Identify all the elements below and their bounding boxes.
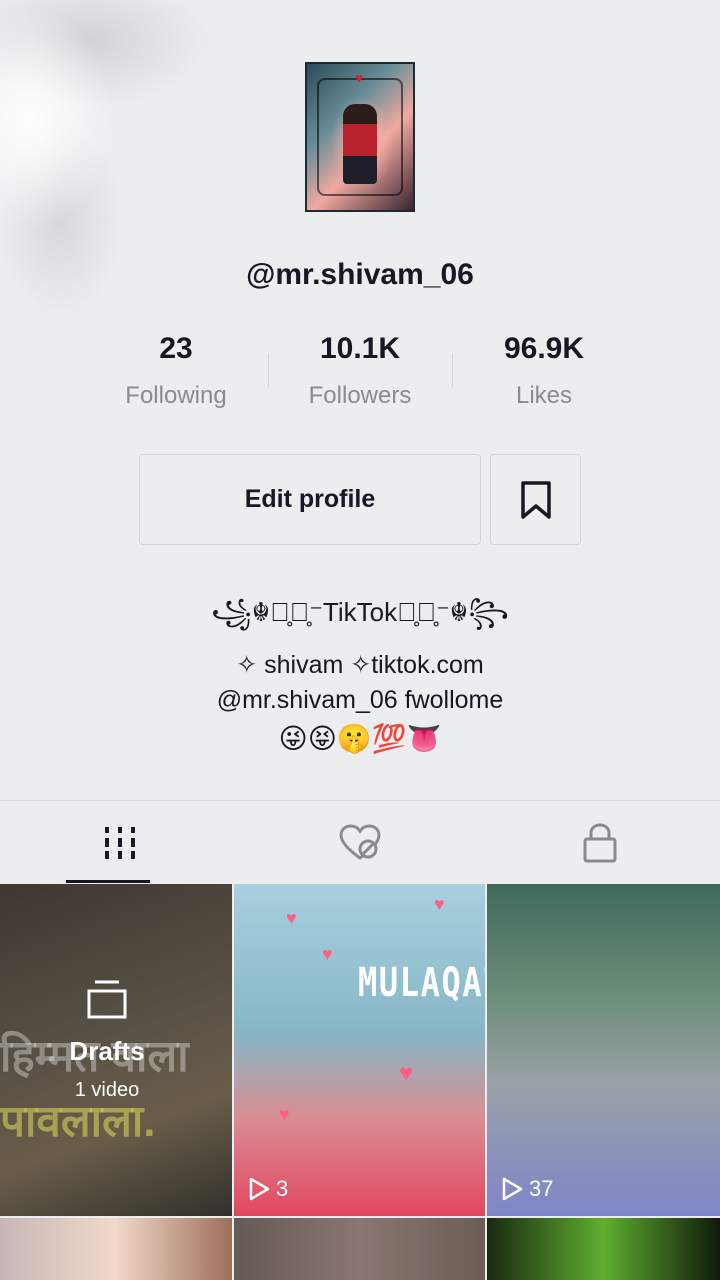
bio-emoji-line: 😜😝🤫💯👅 [278, 723, 442, 754]
play-count-value: 37 [529, 1176, 554, 1201]
drafts-tile[interactable]: हिम्मत वाला पावलाला. Drafts 1 video [0, 884, 232, 1216]
following-count: 23 [159, 332, 193, 365]
bio-line-1: ꧁☬⁻̥⃝̥⁻TikTok⁻̥⃝̥⁻☬꧂ [211, 597, 509, 627]
username: @mr.shivam_06 [246, 258, 474, 291]
bookmark-icon [520, 480, 551, 519]
tab-private[interactable] [480, 801, 720, 885]
drafts-overlay: Drafts 1 video [0, 979, 214, 1102]
edit-profile-button[interactable]: Edit profile [139, 454, 481, 545]
play-icon [249, 1177, 270, 1201]
followers-count: 10.1K [319, 332, 401, 365]
bio-line-2: ✧ shivam ✧tiktok.com [236, 651, 484, 679]
video-tile[interactable] [0, 1218, 232, 1280]
play-count-value: 3 [276, 1176, 289, 1201]
heart-icon: ♥ [286, 908, 297, 928]
video-tile[interactable]: 37 [487, 884, 720, 1216]
heart-icon: ♥ [399, 1060, 414, 1087]
heart-icon: ♥ [355, 70, 364, 86]
following-label: Following [125, 382, 227, 409]
tab-videos[interactable] [0, 801, 240, 885]
stat-likes[interactable]: 96.9K Likes [452, 332, 636, 410]
liked-hidden-icon [339, 824, 381, 860]
avatar[interactable]: ♥ [305, 62, 415, 212]
likes-count: 96.9K [503, 332, 585, 365]
tab-liked[interactable] [240, 801, 480, 885]
video-tile[interactable] [487, 1218, 720, 1280]
background-decoration [0, 0, 260, 380]
video-tile[interactable] [234, 1218, 485, 1280]
stats-row: 23 Following 10.1K Followers 96.9K Likes [84, 332, 636, 410]
play-icon [502, 1177, 523, 1201]
heart-icon: ♥ [434, 894, 445, 914]
followers-label: Followers [308, 382, 412, 409]
likes-label: Likes [515, 382, 573, 409]
grid-icon [105, 827, 135, 859]
stat-following[interactable]: 23 Following [84, 332, 268, 410]
heart-icon: ♥ [279, 1104, 290, 1124]
stat-followers[interactable]: 10.1K Followers [268, 332, 452, 410]
video-tile[interactable]: ♥ ♥ ♥ ♥ ♥ MULAQAT M 3 [234, 884, 485, 1216]
bio-line-3: @mr.shivam_06 fwollome [216, 686, 504, 714]
profile-tabs [0, 800, 720, 884]
avatar-figure [343, 104, 377, 184]
lock-icon [583, 823, 617, 863]
drafts-icon [87, 980, 127, 1019]
heart-icon: ♥ [322, 944, 333, 964]
drafts-count: 1 video [74, 1079, 140, 1101]
play-count: 37 [501, 1176, 553, 1202]
favorites-button[interactable] [490, 454, 581, 545]
play-count: 3 [248, 1176, 288, 1202]
video-overlay-text: MULAQAT M [358, 960, 485, 1006]
drafts-label: Drafts [69, 1036, 145, 1066]
